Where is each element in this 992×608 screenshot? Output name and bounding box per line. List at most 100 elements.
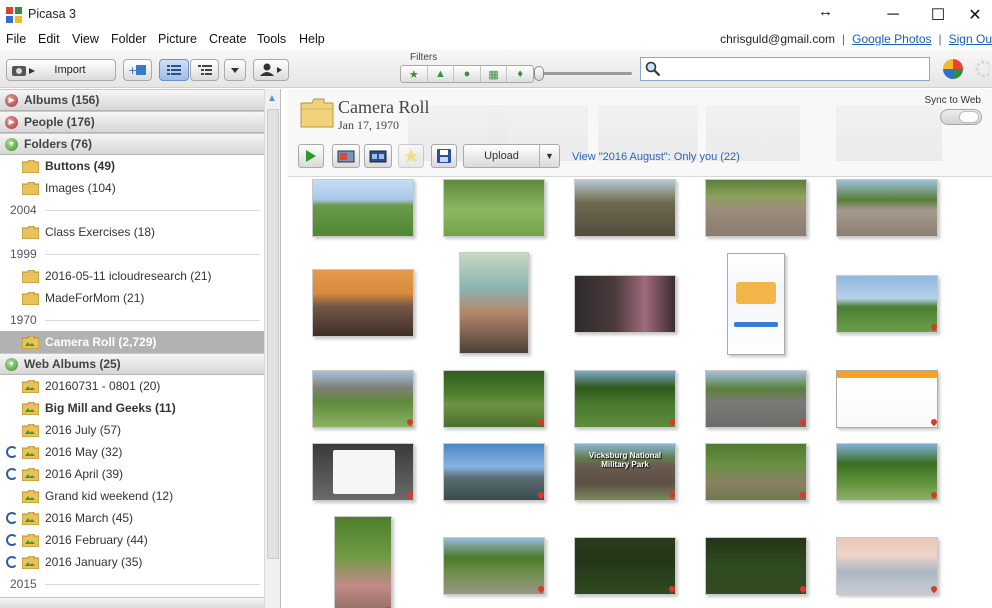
web-album-item[interactable]: 2016 March (45) (0, 507, 264, 529)
faces-filter-icon[interactable]: ● (454, 66, 481, 82)
photo-thumbnail[interactable] (836, 537, 939, 595)
scrollbar-thumb[interactable] (267, 109, 279, 559)
geotag-pin-icon (798, 584, 808, 594)
collage-button[interactable] (364, 144, 392, 168)
filter-buttons: ★ ▲ ● ▦ ♦ (400, 65, 534, 83)
photo-thumbnail[interactable] (312, 370, 415, 428)
sidebar-scrollbar[interactable]: ▲ (264, 89, 280, 608)
filter-slider-track[interactable] (540, 72, 632, 75)
import-button[interactable]: Import (6, 59, 116, 81)
menu-tools[interactable]: Tools (257, 32, 286, 46)
folder-item[interactable]: Images (104) (0, 177, 264, 199)
search-box[interactable] (640, 57, 930, 81)
view-web-album-link[interactable]: View "2016 August": Only you (22) (572, 151, 740, 163)
svg-text:+: + (128, 64, 137, 77)
save-button[interactable] (431, 144, 457, 168)
web-album-item[interactable]: 2016 January (35) (0, 551, 264, 573)
folder-item[interactable]: MadeForMom (21) (0, 287, 264, 309)
geotag-filter-icon[interactable]: ♦ (507, 66, 533, 82)
search-icon (645, 61, 661, 77)
menu-edit[interactable]: Edit (38, 32, 60, 46)
sign-out-link[interactable]: Sign Ou (949, 32, 992, 46)
photo-thumbnail[interactable] (574, 275, 676, 333)
upload-dropdown-chevron-icon[interactable]: ▼ (539, 145, 559, 167)
menu-view[interactable]: View (72, 32, 99, 46)
photo-thumbnail[interactable] (312, 269, 414, 337)
expanded-arrow-icon[interactable]: ▼ (5, 137, 18, 151)
menu-help[interactable]: Help (299, 32, 325, 46)
google-photos-pinwheel-icon[interactable] (942, 58, 964, 80)
folder-item[interactable]: Class Exercises (18) (0, 221, 264, 243)
photo-thumbnail[interactable] (727, 253, 785, 355)
sync-to-web-toggle[interactable] (940, 109, 982, 125)
album-date: Jan 17, 1970 (338, 118, 399, 132)
photo-thumbnail[interactable] (574, 179, 676, 237)
web-album-item[interactable]: 2016 April (39) (0, 463, 264, 485)
photo-thumbnail[interactable] (443, 537, 546, 595)
year-label: 1999 (10, 247, 37, 261)
menu-file[interactable]: File (6, 32, 26, 46)
list-view-button[interactable] (159, 59, 189, 81)
menu-picture[interactable]: Picture (158, 32, 197, 46)
albums-section[interactable]: ▶ Albums (156) (0, 89, 264, 111)
close-button[interactable]: ✕ (952, 0, 992, 30)
photo-thumbnail[interactable] (574, 537, 677, 595)
web-album-item[interactable]: Big Mill and Geeks (11) (0, 397, 264, 419)
photo-thumbnail[interactable] (836, 370, 939, 428)
web-album-item[interactable]: 20160731 - 0801 (20) (0, 375, 264, 397)
photo-thumbnail[interactable] (443, 370, 546, 428)
folder-item[interactable]: 2016-05-11 icloudresearch (21) (0, 265, 264, 287)
photo-thumbnail[interactable] (312, 443, 415, 501)
folder-item[interactable]: Buttons (49) (0, 155, 264, 177)
photo-thumbnail[interactable] (312, 179, 414, 237)
web-album-item[interactable]: 2016 February (44) (0, 529, 264, 551)
star-button[interactable] (398, 144, 424, 168)
web-album-item[interactable]: 2016 July (57) (0, 419, 264, 441)
photo-thumbnail[interactable] (705, 443, 808, 501)
camera-roll-folder[interactable]: Camera Roll (2,729) (0, 331, 264, 353)
add-to-album-button[interactable]: + (123, 59, 152, 81)
web-album-folder-icon (22, 533, 39, 547)
web-album-item[interactable]: Grand kid weekend (12) (0, 485, 264, 507)
slideshow-button[interactable] (298, 144, 324, 168)
collapsed-arrow-icon[interactable]: ▶ (5, 93, 18, 107)
web-album-item[interactable]: 2016 May (32) (0, 441, 264, 463)
google-photos-link[interactable]: Google Photos (852, 32, 931, 46)
filter-slider-handle[interactable] (534, 66, 544, 81)
photo-thumbnail[interactable] (705, 370, 808, 428)
photo-thumbnail[interactable] (836, 443, 939, 501)
geotag-pin-icon (929, 584, 939, 594)
menu-folder[interactable]: Folder (111, 32, 146, 46)
photo-thumbnail[interactable] (574, 370, 677, 428)
edit-button[interactable] (332, 144, 360, 168)
photo-thumbnail[interactable] (443, 443, 546, 501)
photo-thumbnail[interactable] (836, 275, 939, 333)
photo-thumbnail[interactable] (459, 252, 529, 354)
video-filter-icon[interactable]: ▦ (481, 66, 508, 82)
web-albums-label: Web Albums (25) (24, 357, 121, 371)
upload-filter-icon[interactable]: ▲ (428, 66, 455, 82)
photo-thumbnail[interactable]: Vicksburg National Military Park (574, 443, 677, 501)
menu-create[interactable]: Create (209, 32, 247, 46)
partial-section-header[interactable] (0, 597, 264, 608)
resize-icon[interactable]: ↔ (818, 3, 833, 20)
tree-view-button[interactable] (190, 59, 219, 81)
list-view-icon (167, 65, 181, 75)
expanded-arrow-icon[interactable]: ▼ (5, 357, 18, 371)
collapsed-arrow-icon[interactable]: ▶ (5, 115, 18, 129)
people-button[interactable] (253, 59, 289, 81)
photo-thumbnail[interactable] (334, 516, 393, 608)
photo-thumbnail[interactable] (443, 179, 545, 237)
starred-filter-icon[interactable]: ★ (401, 66, 428, 82)
search-input[interactable] (665, 60, 925, 78)
photo-thumbnail[interactable] (705, 179, 807, 237)
people-section[interactable]: ▶ People (176) (0, 111, 264, 133)
folders-section[interactable]: ▼ Folders (76) (0, 133, 264, 155)
photo-thumbnail[interactable] (705, 537, 808, 595)
minimize-button[interactable]: ─ (870, 0, 916, 30)
web-albums-section[interactable]: ▼ Web Albums (25) (0, 353, 264, 375)
photo-thumbnail[interactable] (836, 179, 938, 237)
upload-button[interactable]: Upload ▼ (463, 144, 560, 168)
view-dropdown-button[interactable] (224, 59, 246, 81)
scroll-up-icon[interactable]: ▲ (267, 93, 277, 104)
